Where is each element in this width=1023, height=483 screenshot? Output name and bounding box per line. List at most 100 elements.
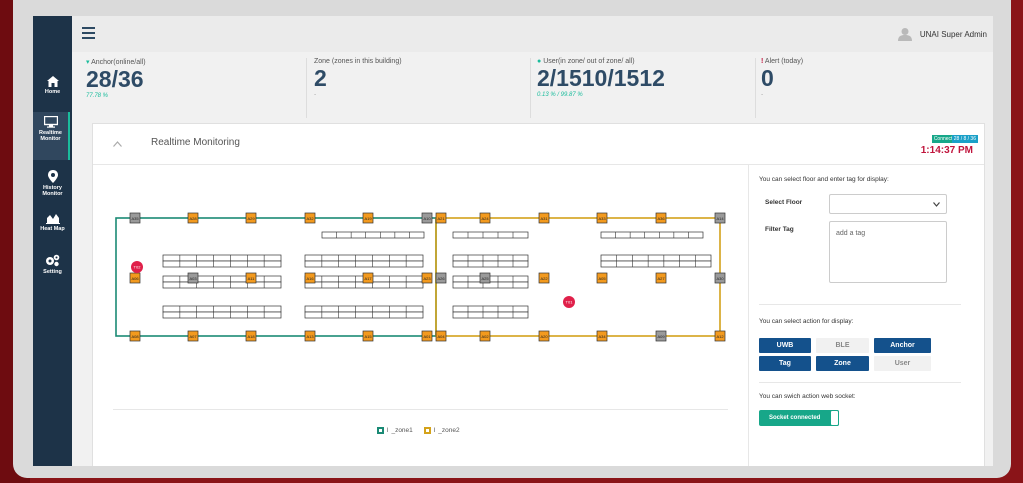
stat-label: Zone (zones in this building) <box>314 58 402 65</box>
anchor-label: A12 <box>716 334 724 339</box>
anchor-label: A03 <box>189 276 197 281</box>
divider <box>530 58 531 118</box>
sidebar-item-heat-map[interactable]: Heat Map <box>33 212 72 256</box>
legend-swatch-zone1 <box>377 427 384 434</box>
divider <box>759 382 961 383</box>
zone-legend: l _zone1 l _zone2 <box>377 427 460 434</box>
exclamation-icon: ! <box>761 58 764 65</box>
shelf <box>452 254 529 262</box>
stat-sub: 0.13 % / 99.87 % <box>537 92 583 98</box>
chevron-down-icon <box>933 202 940 207</box>
anchor-label: A02 <box>481 334 489 339</box>
socket-toggle[interactable]: Socket connected <box>759 410 839 426</box>
shelf <box>452 260 529 268</box>
shelf <box>452 281 529 289</box>
gears-icon <box>46 254 60 267</box>
anchor-label: A34 <box>598 334 606 339</box>
ble-button[interactable]: BLE <box>816 338 869 353</box>
anchor-count-badge: 28 / 8 / 36 <box>951 135 978 143</box>
stat-value: 0 <box>761 65 774 91</box>
anchor-label: A16 <box>306 276 314 281</box>
stat-value: 2/1510/1512 <box>537 65 665 91</box>
action-hint: You can select action for display: <box>759 318 854 325</box>
app-window: Home Realtime Monitor History Monitor He… <box>33 16 993 466</box>
chevron-up-icon[interactable] <box>113 141 122 147</box>
stat-user: ● User(in zone/ out of zone/ all) 2/1510… <box>537 58 665 98</box>
shelf <box>162 254 282 262</box>
user-icon: ● <box>537 58 542 65</box>
user-menu[interactable]: UNAI Super Admin <box>897 27 987 41</box>
stat-zone: Zone (zones in this building) 2 - <box>314 58 402 98</box>
shelf <box>452 231 529 239</box>
anchor-label: A21 <box>437 216 445 221</box>
anchor-button[interactable]: Anchor <box>874 338 931 353</box>
monitor-icon <box>43 116 58 128</box>
stat-alert: ! Alert (today) 0 - <box>761 58 803 98</box>
zone-button[interactable]: Zone <box>816 356 869 371</box>
anchor-label: A07 <box>189 334 197 339</box>
stat-label: Anchor(online/all) <box>91 59 146 66</box>
shelf <box>304 260 424 268</box>
sidebar-item-history-monitor[interactable]: History Monitor <box>33 170 72 214</box>
menu-toggle-icon[interactable] <box>82 27 95 42</box>
shelf <box>600 254 712 262</box>
shelf <box>304 305 424 313</box>
tag-button[interactable]: Tag <box>759 356 811 371</box>
legend-label: _zone1 <box>391 427 413 434</box>
anchor-label: A33 <box>598 216 606 221</box>
shelf <box>162 305 282 313</box>
anchor-label: A24 <box>481 216 489 221</box>
anchor-label: A08 <box>131 334 139 339</box>
socket-toggle-label: Socket connected <box>769 415 821 421</box>
sidebar-item-label: History Monitor <box>42 185 63 197</box>
anchor-label: A14 <box>716 216 724 221</box>
user-button[interactable]: User <box>874 356 931 371</box>
anchor-label: A04 <box>437 334 445 339</box>
tag-input-placeholder: add a tag <box>836 230 866 237</box>
anchor-label: A31 <box>540 216 548 221</box>
anchor-label: A13 <box>306 334 314 339</box>
sidebar-item-label: Realtime Monitor <box>39 130 62 142</box>
socket-hint: You can swich action web socket: <box>759 393 856 400</box>
anchor-label: A15 <box>364 334 372 339</box>
anchor-label: A20 <box>540 334 548 339</box>
stat-value: 2 <box>314 65 327 91</box>
stats-bar: ▾ Anchor(online/all) 28/36 77.78 % Zone … <box>72 52 993 124</box>
shelf <box>600 231 704 239</box>
realtime-monitoring-panel: Realtime Monitoring Connected 28 / 8 / 3… <box>92 123 985 466</box>
top-bar: UNAI Super Admin <box>72 16 993 52</box>
anchor-label: A30 <box>716 276 724 281</box>
user-name: UNAI Super Admin <box>919 29 987 39</box>
stat-value: 28/36 <box>86 66 144 92</box>
anchor-label: A35 <box>131 216 139 221</box>
sidebar-item-realtime-monitor[interactable]: Realtime Monitor <box>33 112 70 160</box>
sidebar-item-label: Heat Map <box>40 226 65 232</box>
anchor-label: A36 <box>657 216 665 221</box>
stat-label: User(in zone/ out of zone/ all) <box>543 58 635 65</box>
tag-input[interactable]: add a tag <box>829 221 947 283</box>
floor-select[interactable] <box>829 194 947 214</box>
floor-hint: You can select floor and enter tag for d… <box>759 176 889 183</box>
shelf <box>162 281 282 289</box>
sidebar: Home Realtime Monitor History Monitor He… <box>33 16 72 466</box>
anchor-label: A01 <box>423 334 431 339</box>
clock: 1:14:37 PM <box>920 145 973 156</box>
toggle-knob <box>830 410 839 426</box>
home-icon <box>46 76 59 87</box>
anchor-label: A17 <box>364 276 372 281</box>
wifi-icon: ▾ <box>86 59 90 66</box>
anchor-label: A23 <box>423 276 431 281</box>
uwb-button[interactable]: UWB <box>759 338 811 353</box>
stat-sub: 77.78 % <box>86 93 109 99</box>
anchor-label: A10 <box>423 216 431 221</box>
floor-map[interactable]: A35 A28 A29 A32 A19 A10 A21 A24 A31 A33 A36 A14 A06 A… <box>93 174 748 414</box>
tag-label: T02 <box>134 265 142 270</box>
avatar <box>897 28 912 41</box>
anchor-label: A06 <box>131 276 139 281</box>
shelf <box>304 254 424 262</box>
anchor-label: A18 <box>247 334 255 339</box>
shelf <box>304 311 424 319</box>
sidebar-item-setting[interactable]: Setting <box>33 254 72 298</box>
sidebar-item-label: Setting <box>43 269 62 275</box>
stat-sub: - <box>314 92 316 98</box>
